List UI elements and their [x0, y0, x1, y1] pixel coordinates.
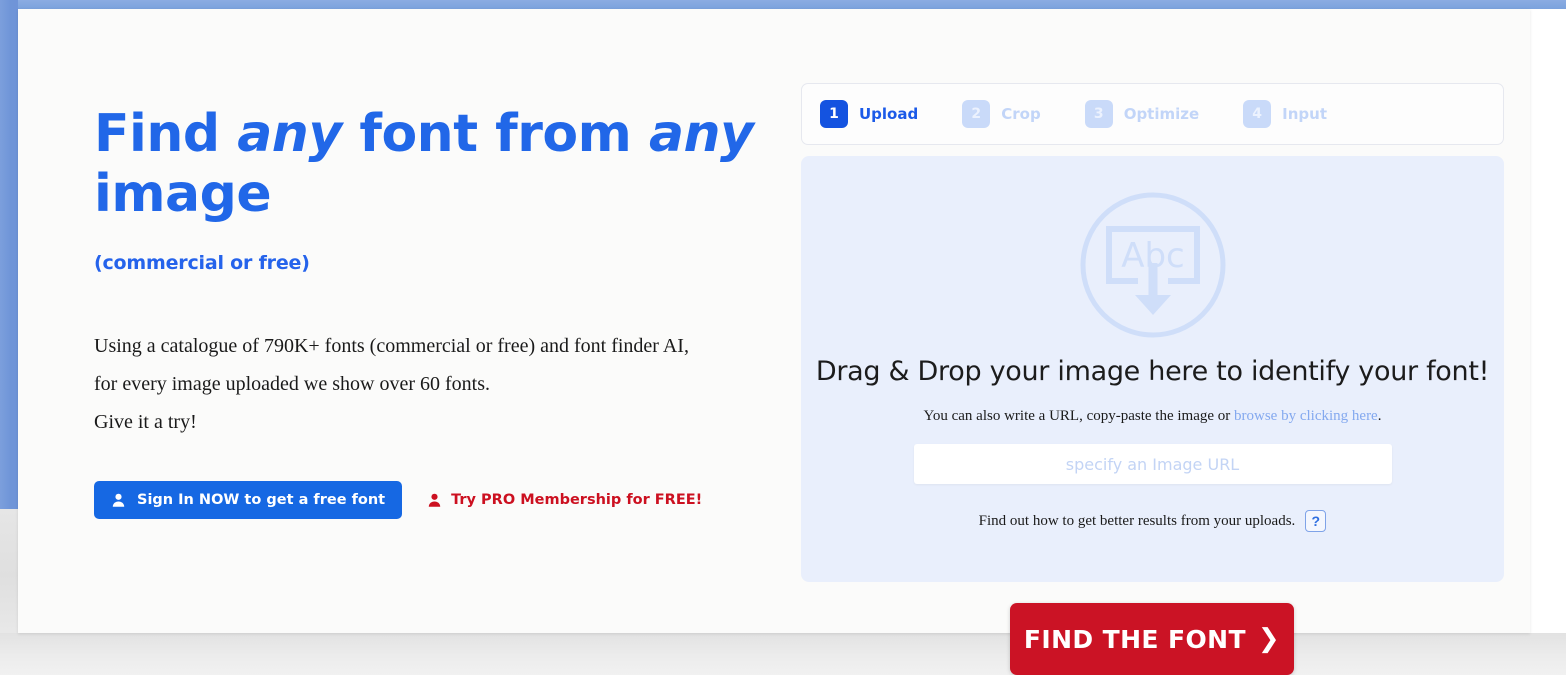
person-icon [427, 492, 442, 508]
step-optimize-badge: 3 [1084, 100, 1113, 128]
hero-cta-row: Sign In NOW to get a free font Try PRO M… [94, 481, 784, 519]
dropzone-title: Drag & Drop your image here to identify … [815, 356, 1490, 387]
headline-text-2: font from [341, 104, 649, 164]
upload-panel: 1 Upload 2 Crop 3 Optimize 4 Input Abc D… [801, 83, 1504, 582]
dropzone-subtitle-suffix: . [1377, 408, 1382, 424]
find-the-font-label: FIND THE FONT [1023, 624, 1246, 654]
description-line-1: Using a catalogue of 790K+ fonts (commer… [94, 335, 689, 357]
step-input[interactable]: 4 Input [1243, 100, 1327, 128]
abc-download-icon: Abc [1079, 191, 1227, 343]
step-crop-badge: 2 [962, 100, 991, 128]
image-dropzone[interactable]: Abc Drag & Drop your image here to ident… [801, 156, 1504, 582]
dropzone-footer: Find out how to get better results from … [979, 510, 1327, 532]
step-optimize-label: Optimize [1123, 105, 1200, 123]
main-content-card: Find any font from any image (commercial … [18, 9, 1530, 675]
pro-membership-label: Try PRO Membership for FREE! [451, 492, 703, 508]
step-indicator: 1 Upload 2 Crop 3 Optimize 4 Input [801, 83, 1504, 145]
sign-in-button[interactable]: Sign In NOW to get a free font [94, 481, 403, 519]
page-title: Find any font from any image [94, 104, 784, 224]
description-line-3: Give it a try! [94, 411, 197, 433]
page-root: Find any font from any image (commercial … [0, 0, 1566, 675]
left-accent-band [0, 0, 18, 509]
dropzone-footer-text: Find out how to get better results from … [978, 512, 1296, 529]
headline-text-3: image [94, 164, 272, 224]
browse-files-link[interactable]: browse by clicking here [1234, 408, 1378, 424]
step-crop[interactable]: 2 Crop [962, 100, 1041, 128]
step-crop-label: Crop [1001, 105, 1041, 123]
step-upload[interactable]: 1 Upload [820, 100, 918, 128]
chevron-right-icon: ❯ [1257, 624, 1281, 654]
step-upload-badge: 1 [820, 100, 848, 128]
dropzone-subtitle-prefix: You can also write a URL, copy-paste the… [923, 408, 1235, 424]
find-the-font-button[interactable]: FIND THE FONT ❯ [1010, 603, 1294, 675]
sign-in-button-label: Sign In NOW to get a free font [137, 492, 386, 508]
dropzone-subtitle: You can also write a URL, copy-paste the… [924, 408, 1382, 425]
help-icon[interactable]: ? [1305, 510, 1327, 532]
hero-subtitle: (commercial or free) [94, 252, 310, 274]
step-upload-label: Upload [859, 105, 919, 123]
pro-membership-link[interactable]: Try PRO Membership for FREE! [427, 492, 702, 508]
hero-description: Using a catalogue of 790K+ fonts (commer… [94, 327, 784, 441]
description-line-2: for every image uploaded we show over 60… [94, 373, 490, 395]
person-icon [111, 492, 126, 508]
hero-section: Find any font from any image (commercial … [94, 104, 784, 519]
top-accent-strip [0, 0, 1566, 9]
step-input-label: Input [1282, 105, 1328, 123]
step-optimize[interactable]: 3 Optimize [1084, 100, 1200, 128]
image-url-input[interactable] [913, 444, 1392, 484]
page-footer-area [0, 633, 1566, 675]
headline-emphasis-1: any [237, 104, 342, 164]
headline-text-1: Find [94, 104, 238, 164]
step-input-badge: 4 [1243, 100, 1272, 128]
headline-emphasis-2: any [648, 104, 754, 164]
